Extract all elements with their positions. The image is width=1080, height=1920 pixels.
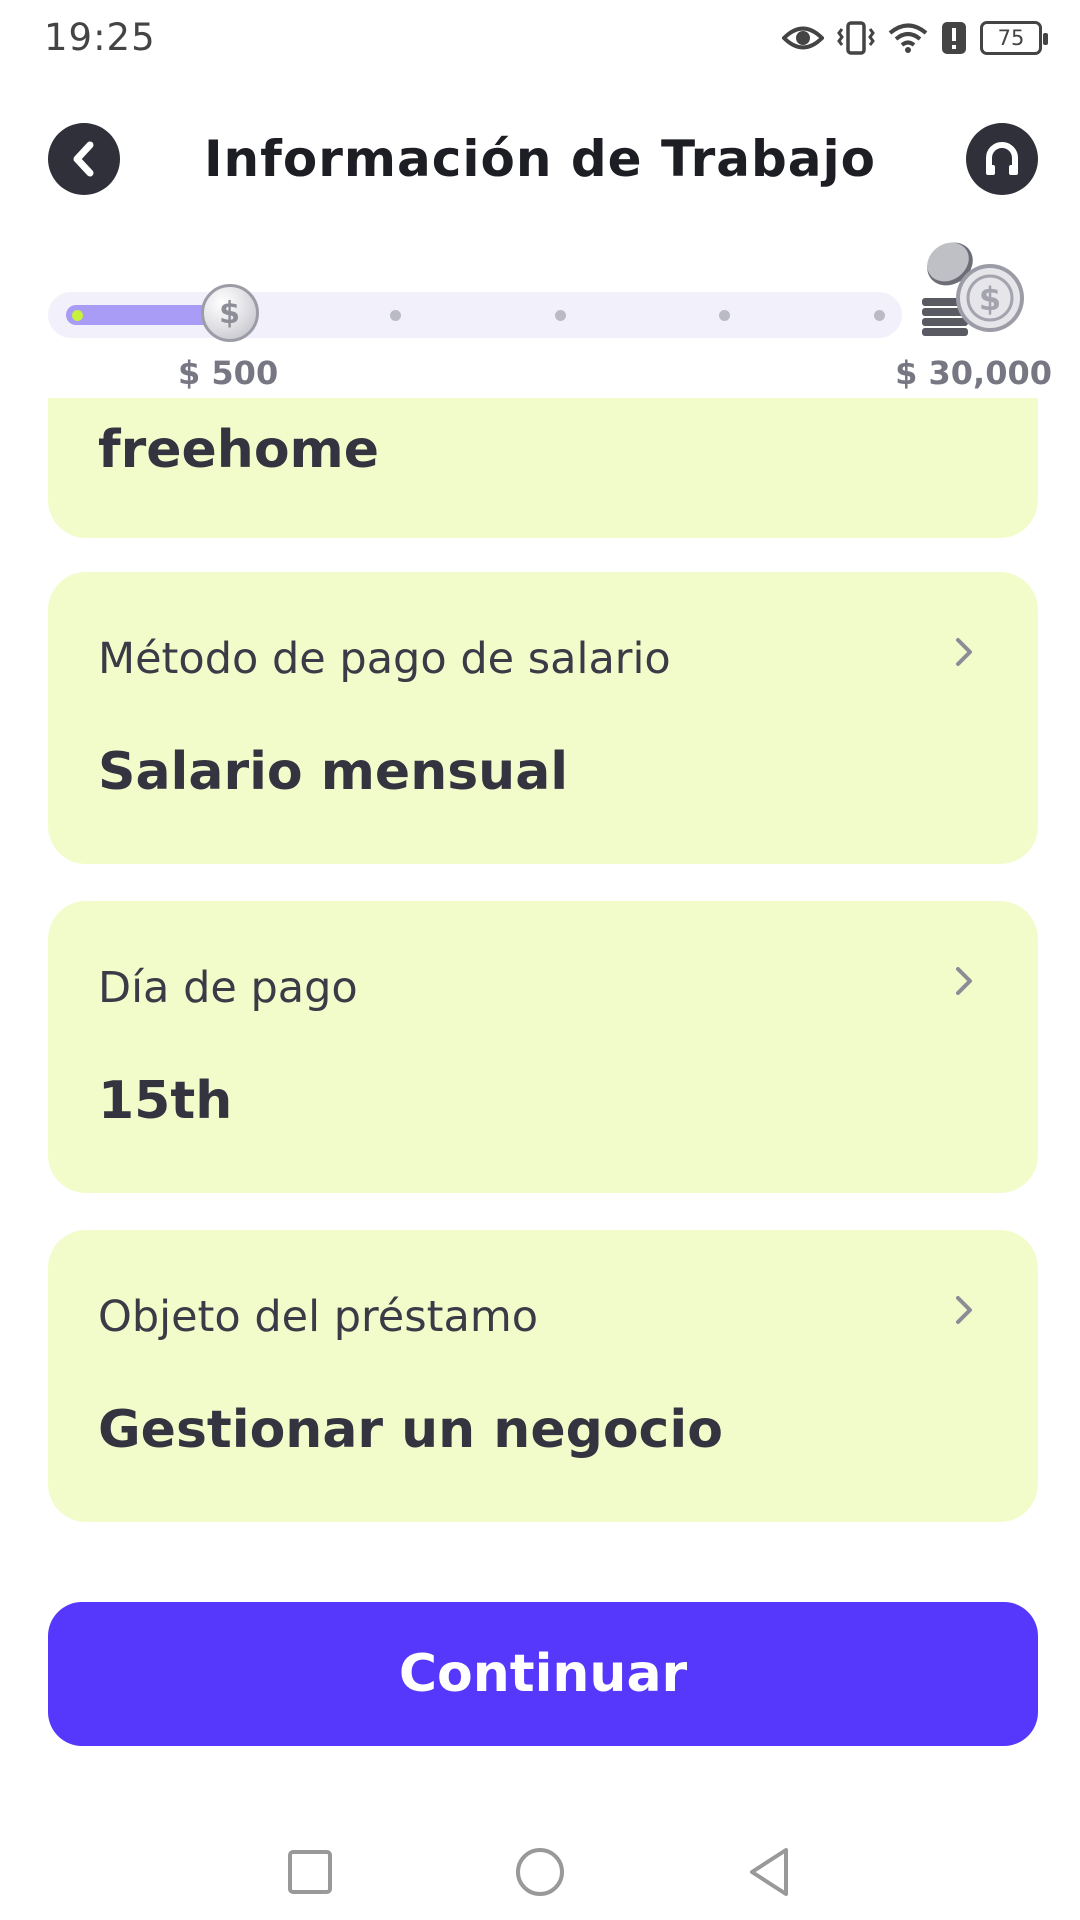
progress-start-dot (72, 310, 83, 321)
page-title: Información de Trabajo (203, 130, 877, 188)
salary-payment-method-label: Método de pago de salario (98, 634, 671, 684)
step-dot (874, 310, 885, 321)
status-bar: 19:25 75 (0, 0, 1080, 80)
home-button[interactable] (510, 1842, 570, 1902)
step-dot (555, 310, 566, 321)
headset-icon (986, 142, 1018, 175)
loan-progress: $ $ $ 500 $ 30,000 (0, 236, 1080, 396)
chevron-right-icon (956, 638, 972, 666)
status-time: 19:25 (44, 16, 156, 59)
max-amount-label: $ 30,000 (895, 354, 1052, 392)
payday-label: Día de pago (98, 963, 358, 1013)
salary-payment-method-field[interactable]: Método de pago de salario Salario mensua… (48, 572, 1038, 864)
status-icons: 75 (782, 14, 1048, 62)
min-amount-label: $ 500 (178, 354, 279, 392)
chevron-right-icon (956, 1296, 972, 1324)
header: Información de Trabajo (0, 120, 1080, 196)
navigation-bar (0, 1820, 1080, 1920)
battery-icon: 75 (980, 21, 1048, 55)
payday-field[interactable]: Día de pago 15th (48, 901, 1038, 1193)
eye-icon (782, 23, 824, 53)
step-dot (719, 310, 730, 321)
progress-track: $ (48, 284, 902, 342)
chevron-right-icon (956, 967, 972, 995)
loan-purpose-field[interactable]: Objeto del préstamo Gestionar un negocio (48, 1230, 1038, 1522)
home-icon (516, 1848, 564, 1896)
coins-stack-icon: $ (922, 242, 1024, 336)
loan-purpose-value: Gestionar un negocio (98, 1400, 723, 1460)
continue-button[interactable]: Continuar (48, 1602, 1038, 1746)
recent-apps-icon (288, 1850, 332, 1894)
loan-purpose-label: Objeto del préstamo (98, 1292, 539, 1342)
step-dot (390, 310, 401, 321)
wifi-icon (888, 22, 928, 54)
salary-payment-method-value: Salario mensual (98, 742, 569, 802)
recent-apps-button[interactable] (280, 1842, 340, 1902)
nav-back-button[interactable] (740, 1842, 800, 1902)
support-button[interactable] (966, 123, 1038, 195)
vibrate-icon (836, 21, 876, 55)
svg-text:$: $ (979, 280, 1001, 318)
screen: 19:25 75 Información de Trabajo $ $ $ 50… (0, 0, 1080, 1920)
company-name-value: freehome (98, 420, 379, 480)
company-name-field[interactable]: freehome (48, 398, 1038, 538)
progress-thumb-coin-icon[interactable]: $ (200, 284, 259, 342)
back-icon (750, 1848, 788, 1896)
alert-icon (940, 21, 968, 55)
payday-value: 15th (98, 1071, 233, 1131)
